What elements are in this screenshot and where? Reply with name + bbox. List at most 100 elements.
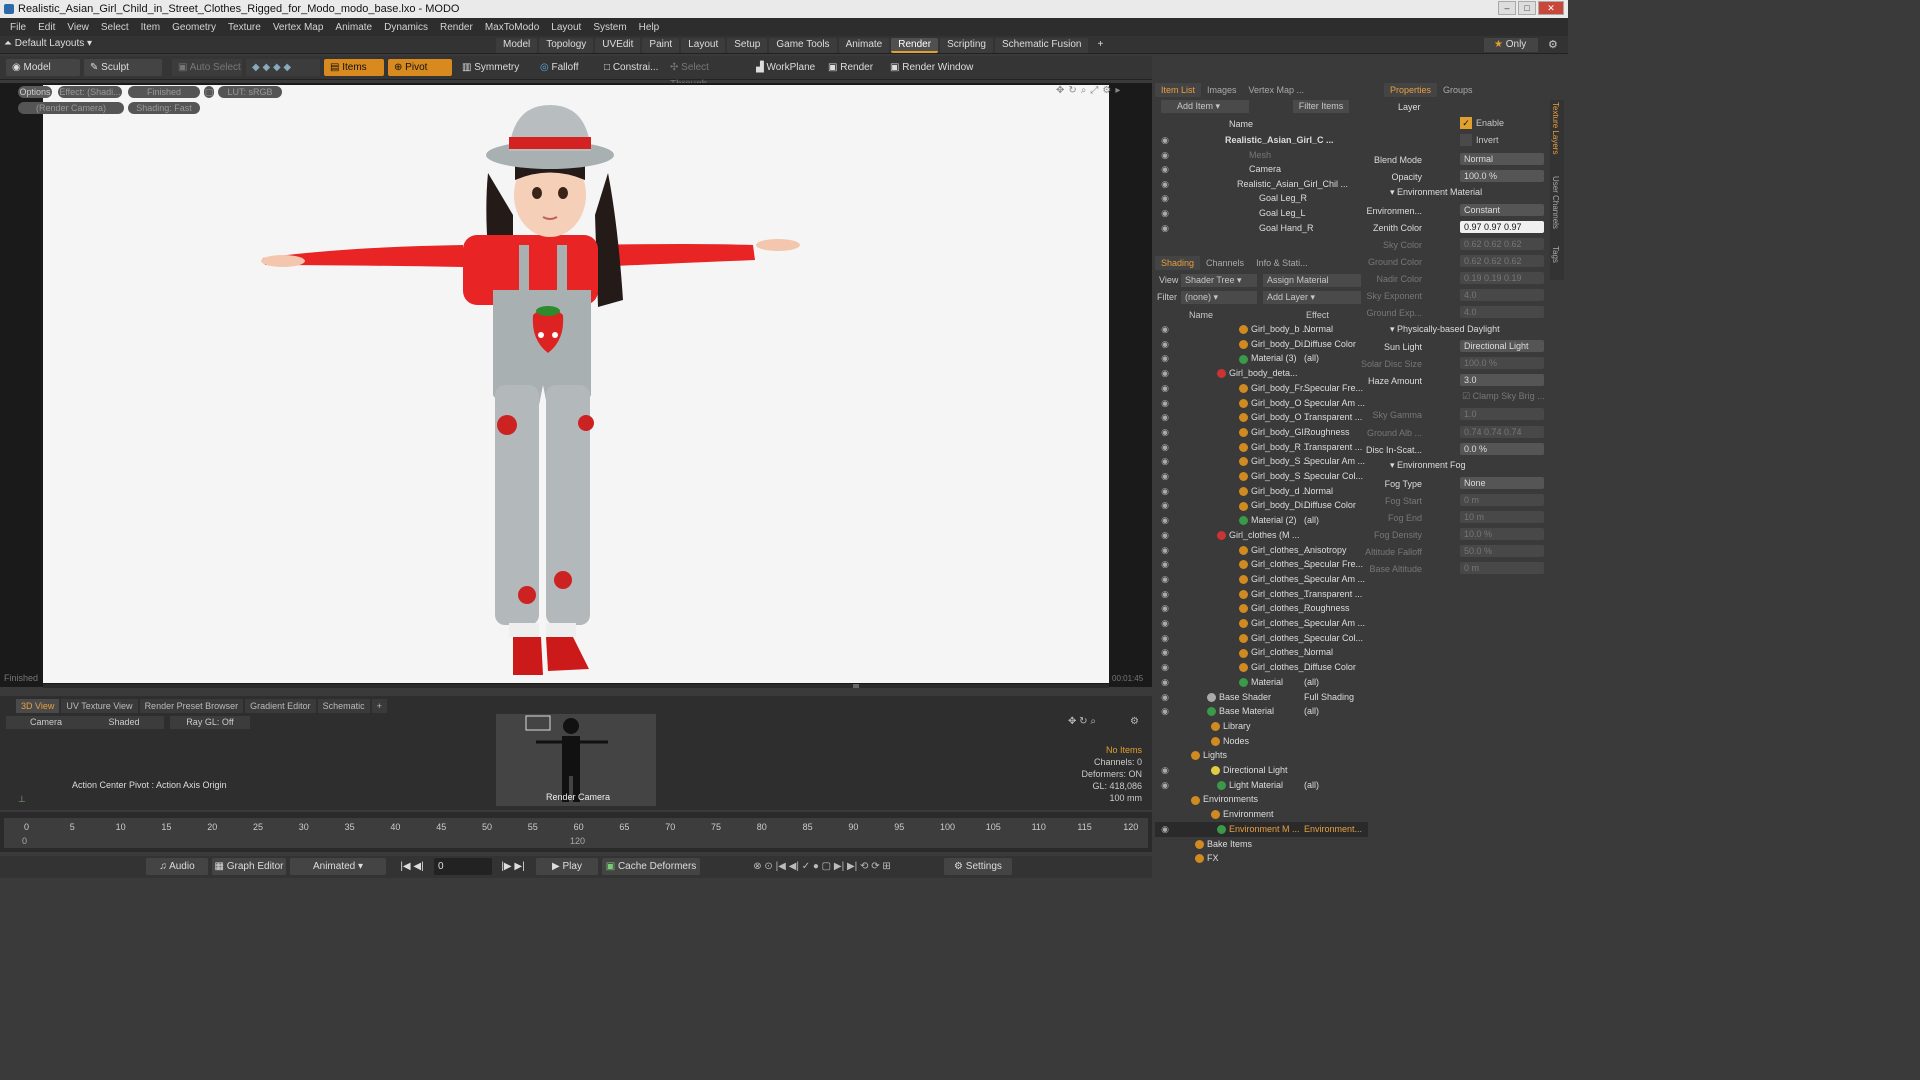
property-value[interactable]: 1.0 (1460, 408, 1544, 420)
tab-topology[interactable]: Topology (539, 38, 594, 53)
section-environment-material[interactable]: ▾ Environment Material (1390, 187, 1482, 198)
tab-render-preset-browser[interactable]: Render Preset Browser (139, 699, 244, 713)
shader-tree-row[interactable]: ◉ Environment M ... Environment... (1155, 821, 1368, 837)
minimize-button[interactable]: – (1498, 1, 1516, 15)
property-value[interactable]: 0.74 0.74 0.74 (1460, 426, 1544, 438)
visibility-eye-icon[interactable]: ◉ (1159, 645, 1171, 660)
tab-scripting[interactable]: Scripting (940, 38, 993, 53)
property-value[interactable]: 4.0 (1460, 289, 1544, 301)
zoom-icon[interactable]: ⌕ (1081, 85, 1087, 96)
model-button[interactable]: ◉ Model (6, 59, 80, 76)
tab-vertex-map[interactable]: Vertex Map ... (1243, 83, 1311, 97)
tab-schematic-fusion[interactable]: Schematic Fusion (994, 38, 1089, 53)
property-value[interactable]: 4.0 (1460, 306, 1544, 318)
menu-system[interactable]: System (587, 22, 632, 33)
play-button[interactable]: ▶ Play (536, 858, 598, 875)
maximize-button[interactable]: □ (1518, 1, 1536, 15)
shader-tree-row[interactable]: Nodes (1155, 734, 1368, 749)
shader-tree-row[interactable]: ◉ Girl_clothes_... Specular Am ... (1155, 616, 1368, 631)
property-value[interactable]: Constant (1460, 204, 1544, 216)
menu-file[interactable]: File (4, 22, 32, 33)
raygl-dropdown[interactable]: Ray GL: Off (170, 716, 250, 729)
shader-effect[interactable]: Roughness (1304, 601, 1350, 616)
settings-button[interactable]: ⚙ Settings (944, 858, 1012, 875)
shader-tree-row[interactable]: ◉ Directional Light (1155, 763, 1368, 778)
property-value[interactable]: 10.0 % (1460, 528, 1544, 540)
falloff-button[interactable]: ◎ Falloff (534, 59, 596, 76)
tab-uvedit[interactable]: UVEdit (595, 38, 641, 53)
enable-checkbox[interactable]: ✓ (1460, 117, 1472, 129)
section-environment-fog[interactable]: ▾ Environment Fog (1390, 460, 1466, 471)
only-toggle[interactable]: ★ Only (1484, 38, 1538, 52)
tab-images[interactable]: Images (1201, 83, 1243, 97)
symmetry-button[interactable]: ▥ Symmetry (456, 59, 532, 76)
cache-deformers-button[interactable]: ▣ Cache Deformers (602, 858, 700, 875)
animated-dropdown[interactable]: Animated ▾ (290, 858, 386, 875)
tab-layout[interactable]: Layout (681, 38, 726, 53)
menu-help[interactable]: Help (633, 22, 666, 33)
tab-properties[interactable]: Properties (1384, 83, 1438, 97)
select-through-button[interactable]: ✣ Select Through (664, 59, 744, 90)
name-column-header[interactable]: Name (1229, 119, 1253, 129)
property-value[interactable]: 0.97 0.97 0.97 (1460, 221, 1544, 233)
shader-tree-row[interactable]: ◉ Girl_clothes_... Normal (1155, 645, 1368, 660)
property-value[interactable]: 10 m (1460, 511, 1544, 523)
visibility-eye-icon[interactable]: ◉ (1159, 675, 1171, 690)
shader-tree-row[interactable]: Library (1155, 719, 1368, 734)
pivot-button[interactable]: ⊕ Pivot (388, 59, 452, 76)
camera-preview[interactable]: Render Camera (496, 714, 656, 806)
rotate-icon[interactable]: ↻ (1068, 85, 1076, 96)
shader-tree-row[interactable]: ◉ Girl_clothes_... Roughness (1155, 601, 1368, 616)
side-tab-user-channels[interactable]: User Channels (1551, 176, 1560, 229)
menu-view[interactable]: View (61, 22, 95, 33)
section-physically-based-daylight[interactable]: ▾ Physically-based Daylight (1390, 324, 1500, 335)
side-tab-tags[interactable]: Tags (1551, 246, 1560, 263)
expand-arrow-icon[interactable]: ▸ (1115, 85, 1120, 96)
shader-effect[interactable]: Transparent ... (1304, 587, 1362, 602)
add-tab-button[interactable]: + (1090, 38, 1110, 53)
shader-effect[interactable]: Environment... (1304, 822, 1362, 837)
item-list-row[interactable]: ◉ Realistic_Asian_Girl_C ... (1155, 133, 1368, 148)
workplane-button[interactable]: ▟ WorkPlane (750, 59, 818, 76)
side-tab-texture-layers[interactable]: Texture Layers (1551, 102, 1560, 154)
invert-checkbox[interactable] (1460, 134, 1472, 146)
graph-editor-button[interactable]: ▦ Graph Editor (212, 858, 286, 875)
shader-tree-row[interactable]: ◉ Girl_body_b ... Normal (1155, 322, 1368, 337)
pan-icon[interactable]: ✥ (1056, 85, 1064, 96)
menu-texture[interactable]: Texture (222, 22, 267, 33)
shader-tree-row[interactable]: ◉ Girl_clothes_... Specular Col... (1155, 631, 1368, 646)
menu-vertex-map[interactable]: Vertex Map (267, 22, 330, 33)
property-value[interactable]: Normal (1460, 153, 1544, 165)
close-button[interactable]: ✕ (1538, 1, 1564, 15)
shader-tree-row[interactable]: Environments (1155, 792, 1368, 807)
shader-tree-row[interactable]: Bake Items (1155, 837, 1368, 852)
menu-layout[interactable]: Layout (545, 22, 587, 33)
property-value[interactable]: 0.62 0.62 0.62 (1460, 255, 1544, 267)
menu-maxtomodo[interactable]: MaxToModo (479, 22, 545, 33)
camera-dropdown[interactable]: Camera (6, 716, 86, 729)
shader-effect[interactable]: Normal (1304, 322, 1333, 337)
add-item-button[interactable]: Add Item ▾ (1161, 100, 1249, 113)
menu-dynamics[interactable]: Dynamics (378, 22, 434, 33)
property-value[interactable]: None (1460, 477, 1544, 489)
frame-field[interactable]: 0 (434, 858, 492, 875)
shader-tree-row[interactable]: ◉ Base Material (all) (1155, 704, 1368, 719)
shader-effect[interactable]: (all) (1304, 778, 1319, 793)
shader-tree-row[interactable]: Environment (1155, 807, 1368, 822)
viewport-scrollbar[interactable] (43, 684, 1109, 688)
visibility-eye-icon[interactable]: ◉ (1159, 616, 1171, 631)
visibility-eye-icon[interactable]: ◉ (1159, 704, 1171, 719)
visibility-eye-icon[interactable]: ◉ (1159, 690, 1171, 705)
tab-animate[interactable]: Animate (838, 38, 890, 53)
menu-edit[interactable]: Edit (32, 22, 61, 33)
bottom-nav-icons[interactable]: ✥ ↻ ⌕ (1068, 716, 1096, 727)
shading-pill[interactable]: Shading: Fast (128, 102, 200, 114)
tab-gradient-editor[interactable]: Gradient Editor (245, 699, 316, 713)
default-layouts-dropdown[interactable]: ⏶ Default Layouts ▾ (4, 38, 92, 49)
scroll-thumb[interactable] (853, 684, 859, 688)
tab-game-tools[interactable]: Game Tools (769, 38, 837, 53)
bottom-gear-icon[interactable]: ⚙ (1130, 716, 1139, 727)
skip-back-buttons[interactable]: |◀ ◀| (392, 858, 432, 875)
menu-render[interactable]: Render (434, 22, 479, 33)
shader-effect[interactable]: Normal (1304, 645, 1333, 660)
